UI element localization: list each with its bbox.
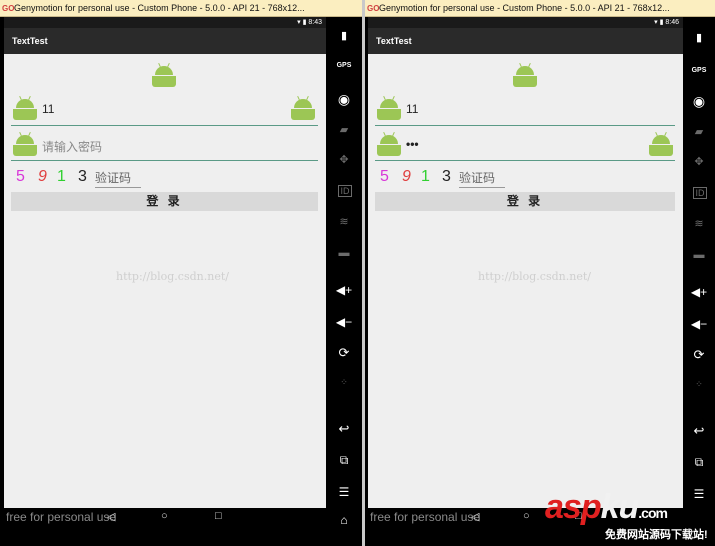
genymotion-icon: GO (367, 4, 380, 13)
android-lock-icon (13, 131, 37, 156)
window-title: Genymotion for personal use - Custom Pho… (379, 3, 670, 13)
android-lock-icon (377, 131, 401, 156)
username-field[interactable]: 11 (11, 95, 318, 126)
captcha-input[interactable]: 验证码 (95, 169, 141, 188)
status-time: 8:43 (308, 19, 322, 26)
back-icon[interactable]: ◁ (471, 510, 479, 523)
menu-icon[interactable]: ☰ (326, 485, 362, 499)
nav-bar: free for personal use ◁ ○ □ (4, 508, 326, 526)
emulator-window-right: GOGenymotion for personal use - Custom P… (365, 0, 715, 546)
logo-ku: ku (600, 488, 640, 526)
recents-icon[interactable]: □ (215, 510, 222, 522)
action-bar: TextTest (368, 28, 683, 54)
genymotion-icon: GO (2, 4, 15, 13)
captcha-digit: 3 (78, 168, 87, 185)
android-user-icon (13, 95, 37, 120)
app-title: TextTest (12, 36, 48, 46)
android-clear-icon[interactable] (291, 95, 315, 120)
login-form: 11 请输入密码 5 9 1 3 验证码 登 录 http://blog.csd… (4, 54, 326, 526)
captcha-digit: 9 (38, 168, 47, 185)
phone-screen: ▾ ▮ 8:43 TextTest 11 请输入密码 5 9 1 3 验证码 登… (4, 17, 326, 526)
dpad-icon[interactable]: ✥ (683, 155, 715, 168)
sms-icon[interactable]: ▬ (326, 247, 362, 259)
app-title: TextTest (376, 36, 412, 46)
android-logo-icon (513, 62, 537, 87)
captcha-digit: 1 (57, 168, 66, 185)
logo-com: .com (638, 505, 668, 521)
back-icon[interactable]: ↩ (683, 423, 715, 439)
login-button[interactable]: 登 录 (11, 192, 318, 211)
rotate-icon[interactable]: ⟳ (326, 345, 362, 361)
captcha-digit: 5 (380, 168, 389, 185)
video-icon[interactable]: ▰ (326, 123, 362, 136)
status-bar: ▾ ▮ 8:43 (4, 17, 326, 28)
battery-icon[interactable]: ▮ (683, 31, 715, 44)
id-icon[interactable]: ID (693, 187, 707, 199)
scale-icon[interactable]: ⁘ (683, 379, 715, 390)
window-titlebar[interactable]: GOGenymotion for personal use - Custom P… (365, 0, 715, 17)
status-bar: ▾ ▮ 8:46 (368, 17, 683, 28)
rss-icon[interactable]: ≋ (326, 215, 362, 228)
password-placeholder: 请输入密码 (42, 140, 103, 154)
aspku-logo: aspku.com (545, 488, 668, 527)
volume-down-icon[interactable]: ◀− (683, 317, 715, 331)
home-icon[interactable]: ○ (161, 510, 168, 522)
android-user-icon (377, 95, 401, 120)
genymotion-sidebar: ▮ GPS ◉ ▰ ✥ ID ≋ ▬ ◀+ ◀− ⟳ ⁘ ↩ ⧉ ☰ ⌂ (326, 17, 362, 546)
emulator-window-left: GOGenymotion for personal use - Custom P… (0, 0, 362, 546)
watermark: http://blog.csdn.net/ (478, 270, 591, 283)
captcha-digit: 3 (442, 168, 451, 185)
volume-up-icon[interactable]: ◀+ (683, 285, 715, 299)
back-icon[interactable]: ↩ (326, 421, 362, 437)
password-field[interactable]: ••• (375, 131, 675, 161)
home-icon[interactable]: ⌂ (326, 513, 362, 527)
captcha-digit: 9 (402, 168, 411, 185)
id-icon[interactable]: ID (338, 185, 352, 197)
menu-icon[interactable]: ☰ (683, 487, 715, 501)
gps-icon[interactable]: GPS (683, 67, 715, 74)
password-value: ••• (406, 137, 419, 151)
phone-screen: ▾ ▮ 8:46 TextTest 11 ••• 5 9 1 3 验证码 登 录… (368, 17, 683, 526)
wifi-icon: ▾ ▮ (654, 19, 666, 26)
rotate-icon[interactable]: ⟳ (683, 347, 715, 363)
window-title: Genymotion for personal use - Custom Pho… (14, 3, 305, 13)
back-icon[interactable]: ◁ (107, 510, 115, 523)
volume-down-icon[interactable]: ◀− (326, 315, 362, 329)
captcha-digit: 5 (16, 168, 25, 185)
footer-text: free for personal use (6, 510, 117, 524)
logo-asp: asp (545, 488, 602, 526)
password-field[interactable]: 请输入密码 (11, 131, 318, 161)
home-icon[interactable]: ○ (523, 510, 530, 522)
footer-text: free for personal use (370, 510, 481, 524)
login-form: 11 ••• 5 9 1 3 验证码 登 录 http://blog.csdn.… (368, 54, 683, 526)
watermark: http://blog.csdn.net/ (116, 270, 229, 283)
battery-icon[interactable]: ▮ (326, 29, 362, 42)
username-value: 11 (42, 102, 55, 116)
recents-icon[interactable]: ⧉ (683, 455, 715, 470)
volume-up-icon[interactable]: ◀+ (326, 283, 362, 297)
wifi-icon: ▾ ▮ (297, 19, 309, 26)
genymotion-sidebar: ▮ GPS ◉ ▰ ✥ ID ≋ ▬ ◀+ ◀− ⟳ ⁘ ↩ ⧉ ☰ (683, 17, 715, 546)
gps-icon[interactable]: GPS (326, 62, 362, 69)
android-clear-icon[interactable] (649, 131, 673, 156)
sms-icon[interactable]: ▬ (683, 249, 715, 261)
login-button[interactable]: 登 录 (375, 192, 675, 211)
scale-icon[interactable]: ⁘ (326, 377, 362, 388)
dpad-icon[interactable]: ✥ (326, 153, 362, 166)
rss-icon[interactable]: ≋ (683, 217, 715, 230)
logo-subtitle: 免费网站源码下载站! (603, 526, 710, 542)
camera-icon[interactable]: ◉ (683, 93, 715, 110)
username-value: 11 (406, 102, 419, 116)
camera-icon[interactable]: ◉ (326, 91, 362, 108)
action-bar: TextTest (4, 28, 326, 54)
status-time: 8:46 (665, 19, 679, 26)
android-logo-icon (152, 62, 176, 87)
video-icon[interactable]: ▰ (683, 125, 715, 138)
captcha-input[interactable]: 验证码 (459, 169, 505, 188)
captcha-digit: 1 (421, 168, 430, 185)
recents-icon[interactable]: ⧉ (326, 453, 362, 468)
window-titlebar[interactable]: GOGenymotion for personal use - Custom P… (0, 0, 362, 17)
username-field[interactable]: 11 (375, 95, 675, 126)
